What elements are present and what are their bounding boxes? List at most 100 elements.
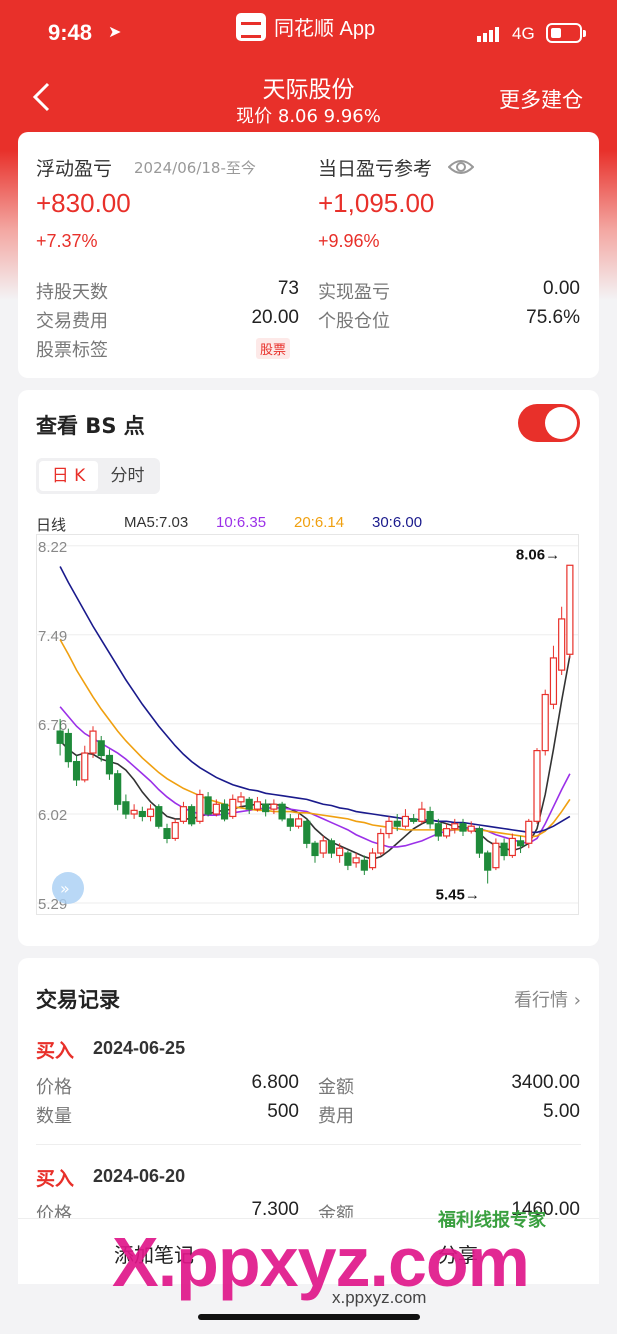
candle-body — [163, 828, 171, 840]
y-tick-label: 8.22 — [38, 539, 67, 556]
candle-body — [368, 852, 377, 869]
candle-body — [72, 760, 81, 781]
candle-body — [401, 815, 410, 827]
bs-card: 查看 BS 点 日 K 分时 日线 MA5:7.03 10:6.35 20:6.… — [18, 390, 599, 946]
chevron-right-icon: › — [573, 990, 581, 1011]
candle-body — [303, 820, 311, 844]
candle-body — [459, 823, 467, 832]
record-date: 2024-06-25 — [93, 1038, 186, 1058]
candle-body — [393, 820, 401, 827]
candle-body — [558, 618, 566, 671]
candle-body — [146, 808, 155, 818]
record-type: 买入 — [36, 1040, 75, 1062]
candle-body — [525, 820, 533, 844]
y-tick-label: 7.49 — [38, 628, 67, 645]
y-tick-label: 6.02 — [38, 807, 67, 824]
legend-ma20: 20:6.14 — [294, 514, 345, 531]
candle-body — [130, 809, 138, 815]
record-date: 2024-06-20 — [93, 1166, 186, 1186]
candle-body — [278, 803, 286, 820]
pl-card: 浮动盈亏 2024/06/18-至今 +830.00 +7.37% 当日盈亏参考… — [18, 132, 599, 378]
candle-body — [81, 752, 89, 781]
tab-intraday[interactable]: 分时 — [98, 461, 157, 491]
candle-body — [286, 818, 294, 827]
home-indicator[interactable] — [198, 1314, 420, 1320]
candle-body — [418, 808, 426, 822]
candle-body — [105, 754, 114, 775]
signal-icon — [477, 27, 499, 42]
record-divider — [36, 1144, 581, 1145]
watermark-logo: X.ppxyz.com — [112, 1222, 530, 1302]
float-pl-date: 2024/06/18-至今 — [134, 159, 256, 177]
app-indicator[interactable]: 同花顺 App — [236, 12, 375, 41]
candle-body — [500, 842, 508, 857]
nav-bar: 天际股份 现价 8.06 9.96% 更多建仓 — [0, 62, 617, 132]
app-logo-icon — [236, 12, 266, 41]
status-bar: 9:48 ➤ 同花顺 App 4G — [0, 0, 617, 62]
toggle-knob — [545, 407, 577, 439]
view-quote-label: 看行情 — [514, 990, 569, 1011]
view-quote-link[interactable]: 看行情 › — [514, 986, 581, 1012]
record-type: 买入 — [36, 1168, 75, 1190]
candle-body — [89, 730, 97, 754]
candle-body — [541, 693, 549, 752]
app-name: 同花顺 App — [274, 18, 376, 40]
candle-body — [377, 832, 385, 854]
candle-body — [352, 857, 360, 864]
candle-body — [204, 796, 212, 815]
realized-label: 实现盈亏 — [318, 282, 390, 303]
status-time: 9:48 — [48, 20, 93, 45]
candle-body — [434, 823, 442, 837]
ma-legend: 日线 MA5:7.03 10:6.35 20:6.14 30:6.00 — [36, 514, 596, 534]
kline-chart[interactable]: 8.22 7.49 6.76 6.02 5.29 8.06→ 5.45→» — [36, 534, 582, 918]
day-pl-label: 当日盈亏参考 — [318, 158, 433, 180]
hold-days-value: 73 — [277, 278, 299, 299]
bs-toggle[interactable] — [518, 404, 580, 442]
candle-body — [475, 828, 484, 854]
ma-line-ma5 — [59, 655, 571, 860]
candle-body — [220, 803, 229, 820]
candle-body — [516, 840, 525, 847]
position-label: 个股仓位 — [318, 311, 390, 332]
candle-body — [155, 806, 163, 827]
record-price: 6.800 — [251, 1072, 299, 1093]
candle-body — [484, 852, 492, 871]
day-pl-pct: +9.96% — [318, 231, 380, 251]
candle-body — [549, 657, 558, 705]
candle-body — [385, 820, 393, 835]
candle-body — [97, 740, 105, 757]
ma-line-ma20 — [59, 639, 571, 838]
eye-icon[interactable] — [448, 158, 474, 176]
legend-ma5: MA5:7.03 — [124, 514, 189, 531]
candle-body — [319, 840, 327, 854]
candle-body — [492, 842, 500, 869]
candle-body — [360, 859, 368, 871]
candle-body — [179, 806, 188, 822]
watermark-brand: 福利线报专家 — [438, 1210, 546, 1231]
more-build-button[interactable]: 更多建仓 — [499, 84, 583, 114]
realized-value: 0.00 — [543, 278, 580, 299]
candle-body — [533, 750, 541, 822]
candle-body — [122, 801, 130, 815]
records-title: 交易记录 — [36, 988, 120, 1012]
watermark-url: x.ppxyz.com — [332, 1288, 427, 1307]
record-price-label: 价格 — [36, 1077, 72, 1098]
ma-line-ma10 — [59, 706, 571, 848]
kline-svg: 8.227.496.766.025.298.06→5.45→» — [36, 534, 579, 915]
candle-body — [245, 798, 253, 810]
float-pl-pct: +7.37% — [36, 231, 98, 251]
chart-tabs: 日 K 分时 — [36, 458, 160, 494]
candle-body — [311, 842, 319, 857]
tab-daily-k[interactable]: 日 K — [39, 461, 98, 491]
location-arrow-icon: ➤ — [108, 24, 122, 41]
fee-value: 20.00 — [251, 307, 299, 328]
record-fee-label: 费用 — [318, 1106, 354, 1127]
day-pl-value: +1,095.00 — [318, 188, 435, 218]
bs-title: 查看 BS 点 — [36, 414, 145, 438]
candle-body — [237, 796, 245, 803]
position-value: 75.6% — [526, 307, 580, 328]
candle-body — [253, 801, 262, 810]
float-pl-label: 浮动盈亏 — [36, 158, 113, 180]
double-chevron-icon: » — [60, 879, 70, 898]
candle-body — [508, 837, 516, 857]
